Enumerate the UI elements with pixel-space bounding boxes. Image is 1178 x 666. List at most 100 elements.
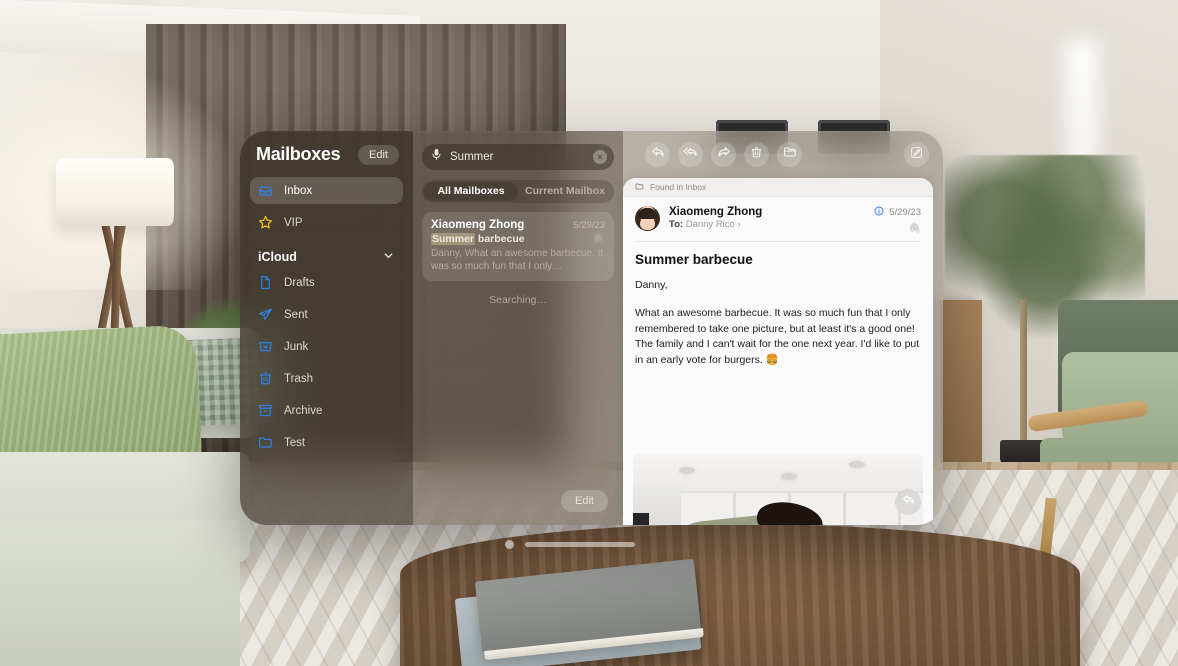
message-snippet: Danny, What an awesome barbecue. It was … (431, 248, 604, 272)
page-title: Mailboxes (256, 144, 341, 164)
sidebar-item-test[interactable]: Test (250, 429, 403, 456)
sidebar-group-icloud[interactable]: iCloud (250, 241, 403, 269)
sender-name: Xiaomeng Zhong (669, 206, 763, 218)
scope-current-mailbox[interactable]: Current Mailbox (518, 182, 612, 201)
sidebar-item-label: VIP (284, 216, 303, 229)
paper-plane-icon (258, 307, 273, 322)
body-paragraph-main: What an awesome barbecue. It was so much… (635, 307, 920, 366)
paperclip-icon: 🖇 (592, 233, 605, 245)
message-header: Xiaomeng Zhong To: Danny Rico › 5/29/23 (623, 197, 933, 241)
reply-button[interactable] (645, 142, 670, 167)
compose-pencil-icon (910, 146, 923, 164)
sidebar-group-label: iCloud (258, 250, 297, 264)
sidebar-item-junk[interactable]: Junk (250, 333, 403, 360)
chevron-right-icon[interactable]: › (737, 219, 740, 230)
list-edit-button[interactable]: Edit (561, 490, 608, 512)
sidebar-item-sent[interactable]: Sent (250, 301, 403, 328)
recipient-line: To: Danny Rico › (669, 219, 865, 230)
to-label: To: (669, 219, 684, 230)
window-grabber-bar[interactable] (525, 541, 635, 547)
star-icon (258, 215, 273, 230)
photo-recessed-light (849, 461, 865, 468)
trash-icon (258, 371, 273, 386)
sidebar-item-label: Junk (284, 340, 309, 353)
sofa-front (0, 520, 240, 666)
trash-icon (750, 146, 763, 164)
microphone-icon[interactable] (431, 148, 442, 166)
message-subject-title: Summer barbecue (635, 252, 753, 267)
search-status-text: Searching… (489, 294, 547, 306)
sidebar-header: Mailboxes Edit (250, 144, 403, 165)
chevron-down-icon[interactable] (383, 250, 394, 264)
sidebar-item-inbox[interactable]: Inbox (250, 177, 403, 204)
armchair-cushion (1062, 352, 1178, 444)
window-controls[interactable] (505, 537, 635, 551)
message-date: 5/29/23 (573, 220, 605, 231)
sidebar-item-trash[interactable]: Trash (250, 365, 403, 392)
sidebar-edit-button[interactable]: Edit (358, 144, 399, 165)
reply-all-arrow-icon (683, 145, 698, 164)
date-row: 5/29/23 (874, 206, 921, 219)
junk-bin-icon (258, 339, 273, 354)
sidebar-item-vip[interactable]: VIP (250, 209, 403, 236)
message-row-header: Xiaomeng Zhong 5/29/23 (431, 219, 605, 231)
message-subject-row: Summer barbecue 🖇 (431, 233, 605, 245)
reply-arrow-icon (902, 493, 915, 511)
paperclip-icon: 🖇 (908, 223, 921, 234)
olive-tree-trunk (1020, 300, 1027, 450)
message-meta: 5/29/23 🖇 (874, 206, 921, 234)
floating-reply-button[interactable] (895, 489, 921, 515)
message-subject-rest: barbecue (475, 233, 525, 245)
photo-recessed-light (781, 473, 797, 480)
photo-recessed-light (679, 467, 695, 474)
found-in-banner: Found in Inbox (623, 178, 933, 197)
folder-icon (635, 182, 644, 193)
folder-icon (783, 145, 797, 164)
move-to-folder-button[interactable] (777, 142, 802, 167)
reply-all-button[interactable] (678, 142, 703, 167)
clear-x-icon[interactable]: ✕ (593, 150, 607, 164)
sidebar-item-label: Archive (284, 404, 323, 417)
search-input[interactable]: Summer (450, 151, 585, 163)
photo-dark-doorway (633, 513, 649, 525)
sender-block: Xiaomeng Zhong To: Danny Rico › (669, 206, 865, 230)
reply-arrow-icon (651, 145, 665, 164)
body-paragraph-greeting: Danny, (635, 279, 668, 291)
sidebar-item-label: Sent (284, 308, 308, 321)
found-in-label: Found in Inbox (650, 182, 707, 192)
sidebar-item-drafts[interactable]: Drafts (250, 269, 403, 296)
search-bar[interactable]: Summer ✕ (422, 144, 614, 170)
sidebar-item-label: Test (284, 436, 306, 449)
message-detail-column: Found in Inbox Xiaomeng Zhong To: Danny … (623, 131, 943, 525)
folder-icon (258, 435, 273, 450)
message-list-column: Summer ✕ All Mailboxes Current Mailbox X… (413, 131, 623, 525)
info-circle-icon[interactable] (874, 206, 884, 219)
avatar (635, 206, 660, 231)
delete-button[interactable] (744, 142, 769, 167)
scope-all-mailboxes[interactable]: All Mailboxes (424, 182, 518, 201)
close-dot[interactable] (505, 539, 514, 549)
search-scope-segmented-control[interactable]: All Mailboxes Current Mailbox (422, 180, 614, 203)
floor-lamp-shade (56, 158, 174, 226)
message-attachment-photo[interactable] (633, 453, 923, 525)
sidebar-item-label: Drafts (284, 276, 315, 289)
recipient-name[interactable]: Danny Rico (686, 219, 735, 230)
compose-button[interactable] (904, 142, 929, 167)
forward-arrow-icon (717, 145, 731, 164)
document-icon (258, 275, 273, 290)
sidebar-item-archive[interactable]: Archive (250, 397, 403, 424)
mailboxes-sidebar: Mailboxes Edit Inbox VIP iCloud Drafts S… (240, 131, 413, 525)
sidebar-item-label: Inbox (284, 184, 313, 197)
message-subject: Summer barbecue (431, 233, 525, 245)
search-highlight: Summer (431, 233, 476, 245)
list-item[interactable]: Xiaomeng Zhong 5/29/23 Summer barbecue 🖇… (422, 212, 614, 281)
inbox-icon (258, 183, 273, 198)
forward-button[interactable] (711, 142, 736, 167)
mail-window: Mailboxes Edit Inbox VIP iCloud Drafts S… (240, 131, 943, 525)
message-card: Found in Inbox Xiaomeng Zhong To: Danny … (623, 178, 933, 525)
message-sender: Xiaomeng Zhong (431, 219, 525, 231)
message-date: 5/29/23 (889, 207, 921, 218)
message-toolbar (623, 131, 943, 178)
archive-box-icon (258, 403, 273, 418)
photo-ceiling (633, 453, 923, 491)
